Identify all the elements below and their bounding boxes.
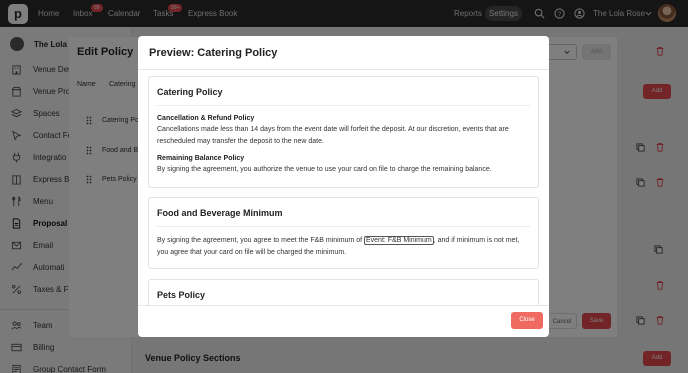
divider	[138, 305, 549, 306]
preview-title: Preview: Catering Policy	[149, 47, 278, 59]
divider	[138, 69, 549, 70]
policy-card-title: Food and Beverage Minimum	[157, 208, 283, 218]
policy-text: Cancellations made less than 14 days fro…	[157, 126, 509, 145]
preview-modal: Preview: Catering Policy Catering Policy…	[138, 36, 549, 337]
preview-content[interactable]: Catering Policy Cancellation & Refund Po…	[148, 76, 539, 305]
divider	[157, 226, 530, 227]
policy-card: Pets Policy	[148, 279, 539, 305]
policy-text-part: By signing the agreement, you agree to m…	[157, 237, 364, 244]
policy-card-title: Pets Policy	[157, 290, 206, 300]
policy-card: Catering Policy Cancellation & Refund Po…	[148, 76, 539, 188]
policy-subheading: Cancellation & Refund Policy	[157, 115, 255, 122]
close-button[interactable]: Close	[511, 312, 543, 329]
variable-chip: Event: F&B Minimum	[364, 236, 434, 245]
policy-subheading: Remaining Balance Policy	[157, 155, 245, 162]
policy-text: By signing the agreement, you authorize …	[157, 166, 492, 173]
policy-card: Food and Beverage Minimum By signing the…	[148, 197, 539, 269]
policy-card-title: Catering Policy	[157, 87, 223, 97]
divider	[157, 105, 530, 106]
policy-text: By signing the agreement, you agree to m…	[157, 235, 530, 259]
